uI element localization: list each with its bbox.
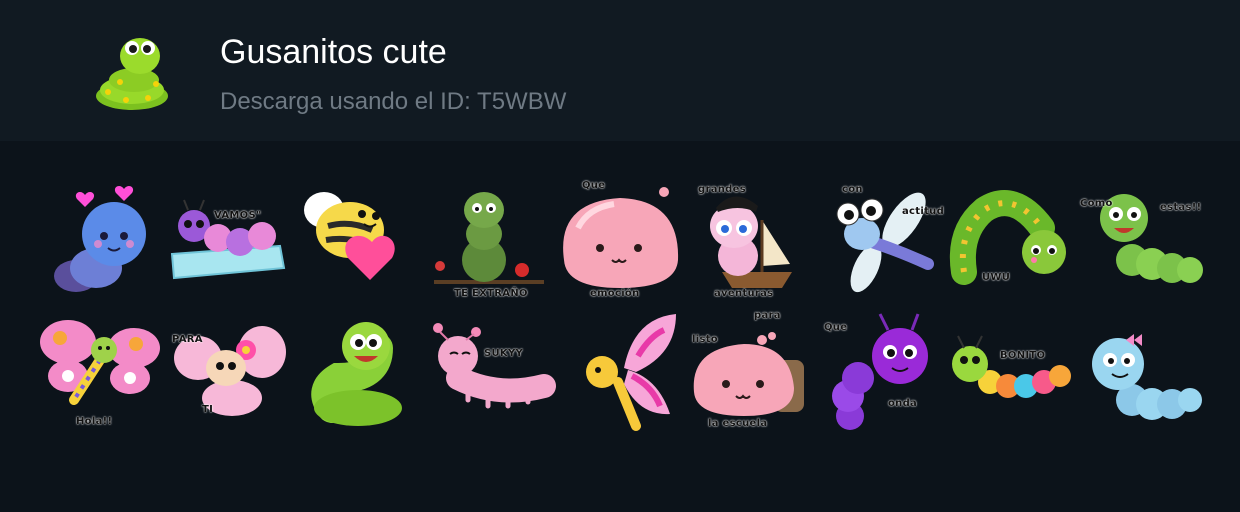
sticker-caption: BONITO (1000, 350, 1046, 361)
sticker-blue-caterpillar-hearts[interactable] (40, 176, 160, 300)
green-worm-icon (86, 26, 176, 116)
sticker-pack-page: Gusanitos cute Descarga usando el ID: T5… (0, 0, 1240, 512)
sticker-caption: onda (888, 398, 918, 409)
sticker-caption: la escuela (708, 418, 768, 429)
sticker-rainbow-caterpillar-bonito[interactable]: BONITO (948, 312, 1071, 436)
sticker-dragonfly-con-actitud[interactable]: con actitud (818, 176, 944, 300)
sticker-caption: UWU (982, 272, 1011, 283)
sticker-butterfly-para-ti[interactable]: PARA TI (168, 312, 288, 436)
sticker-caption: con (842, 184, 863, 195)
sticker-pink-blob-que-emocion[interactable]: Que emoción (558, 176, 679, 300)
sticker-pink-blob-listo-para-la-escuela[interactable]: listo para la escuela (688, 310, 808, 436)
sticker-green-caterpillar-te-extrano[interactable]: TE EXTRAÑO (428, 176, 548, 300)
sticker-caption: Como (1080, 198, 1113, 209)
sticker-pirate-worm-grandes-aventuras[interactable]: grandes aventuras (688, 176, 808, 300)
sticker-blue-caterpillar-bow[interactable] (1078, 312, 1202, 436)
sticker-caption: estas!! (1160, 202, 1202, 213)
sticker-caption: Hola!! (76, 416, 113, 427)
sticker-pink-caterpillar-sukyy[interactable]: SUKYY (428, 312, 556, 436)
sticker-caption: Que (824, 322, 848, 333)
sticker-caption: actitud (902, 206, 945, 217)
sticker-caption: aventuras (714, 288, 774, 299)
sticker-green-caterpillar-como-estas[interactable]: Como estas!! (1078, 176, 1203, 300)
sticker-pink-caterpillar-vamos[interactable]: VAMOS" (168, 176, 288, 300)
pack-header: Gusanitos cute Descarga usando el ID: T5… (0, 0, 1240, 141)
sticker-yellow-butterfly-pink-wings[interactable] (558, 312, 678, 436)
sticker-bee-with-heart[interactable] (298, 176, 418, 300)
sticker-caption: SUKYY (484, 348, 524, 359)
sticker-caption: Que (582, 180, 606, 191)
sticker-caption: TI (202, 404, 214, 415)
sticker-pink-butterfly-hola[interactable]: Hola!! (40, 312, 160, 436)
pack-download-id: Descarga usando el ID: T5WBW (220, 88, 567, 115)
pack-title: Gusanitos cute (220, 33, 447, 71)
sticker-caption: VAMOS" (214, 210, 262, 221)
sticker-green-worm-smiling[interactable] (298, 312, 418, 436)
sticker-caption: PARA (172, 334, 203, 345)
sticker-caption: TE EXTRAÑO (454, 288, 528, 299)
sticker-purple-caterpillar-que-onda[interactable]: Que onda (818, 312, 938, 436)
sticker-caption: grandes (698, 184, 746, 195)
sticker-green-caterpillar-uwu[interactable]: UWU (948, 176, 1068, 300)
sticker-caption: para (754, 310, 781, 321)
sticker-caption: listo (692, 334, 718, 345)
sticker-caption: emoción (590, 288, 640, 299)
